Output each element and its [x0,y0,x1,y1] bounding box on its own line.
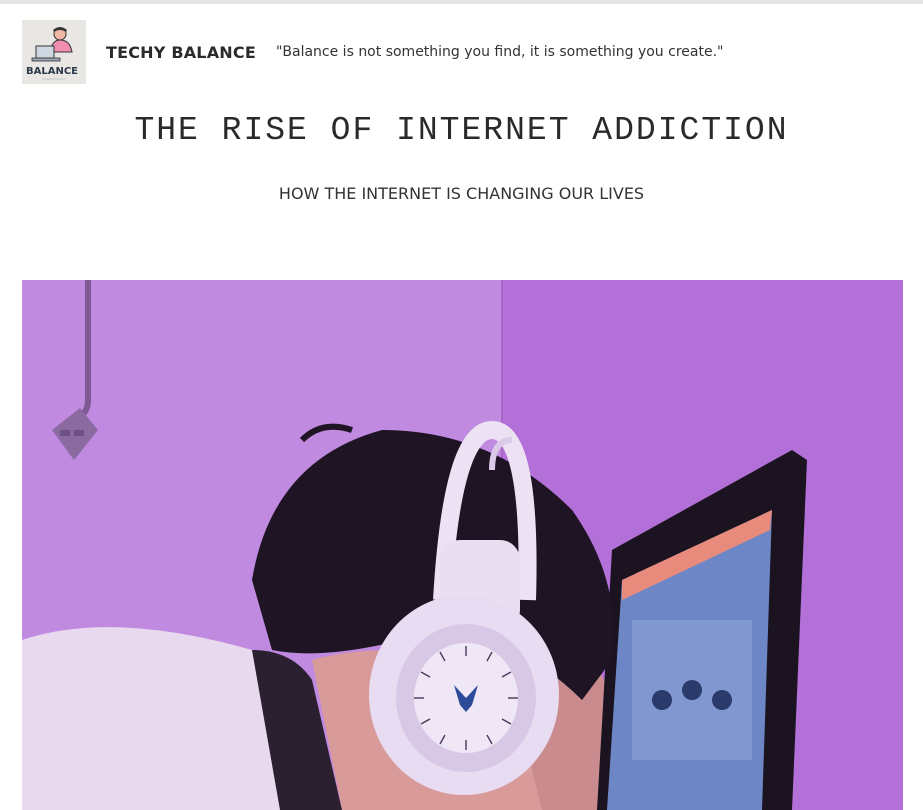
logo-illustration: BALANCE [22,20,86,84]
shirt [22,627,282,810]
site-header: BALANCE TECHY BALANCE "Balance is not so… [22,20,723,84]
page-subtitle: HOW THE INTERNET IS CHANGING OUR LIVES [278,184,645,203]
logo-wordmark: BALANCE [26,66,78,77]
brand-name[interactable]: TECHY BALANCE [106,43,256,62]
page-title: THE RISE OF INTERNET ADDICTION [134,112,789,149]
top-divider [0,0,923,4]
site-tagline: "Balance is not something you find, it i… [275,44,724,60]
site-logo[interactable]: BALANCE [22,20,86,84]
hero-image [22,280,903,810]
